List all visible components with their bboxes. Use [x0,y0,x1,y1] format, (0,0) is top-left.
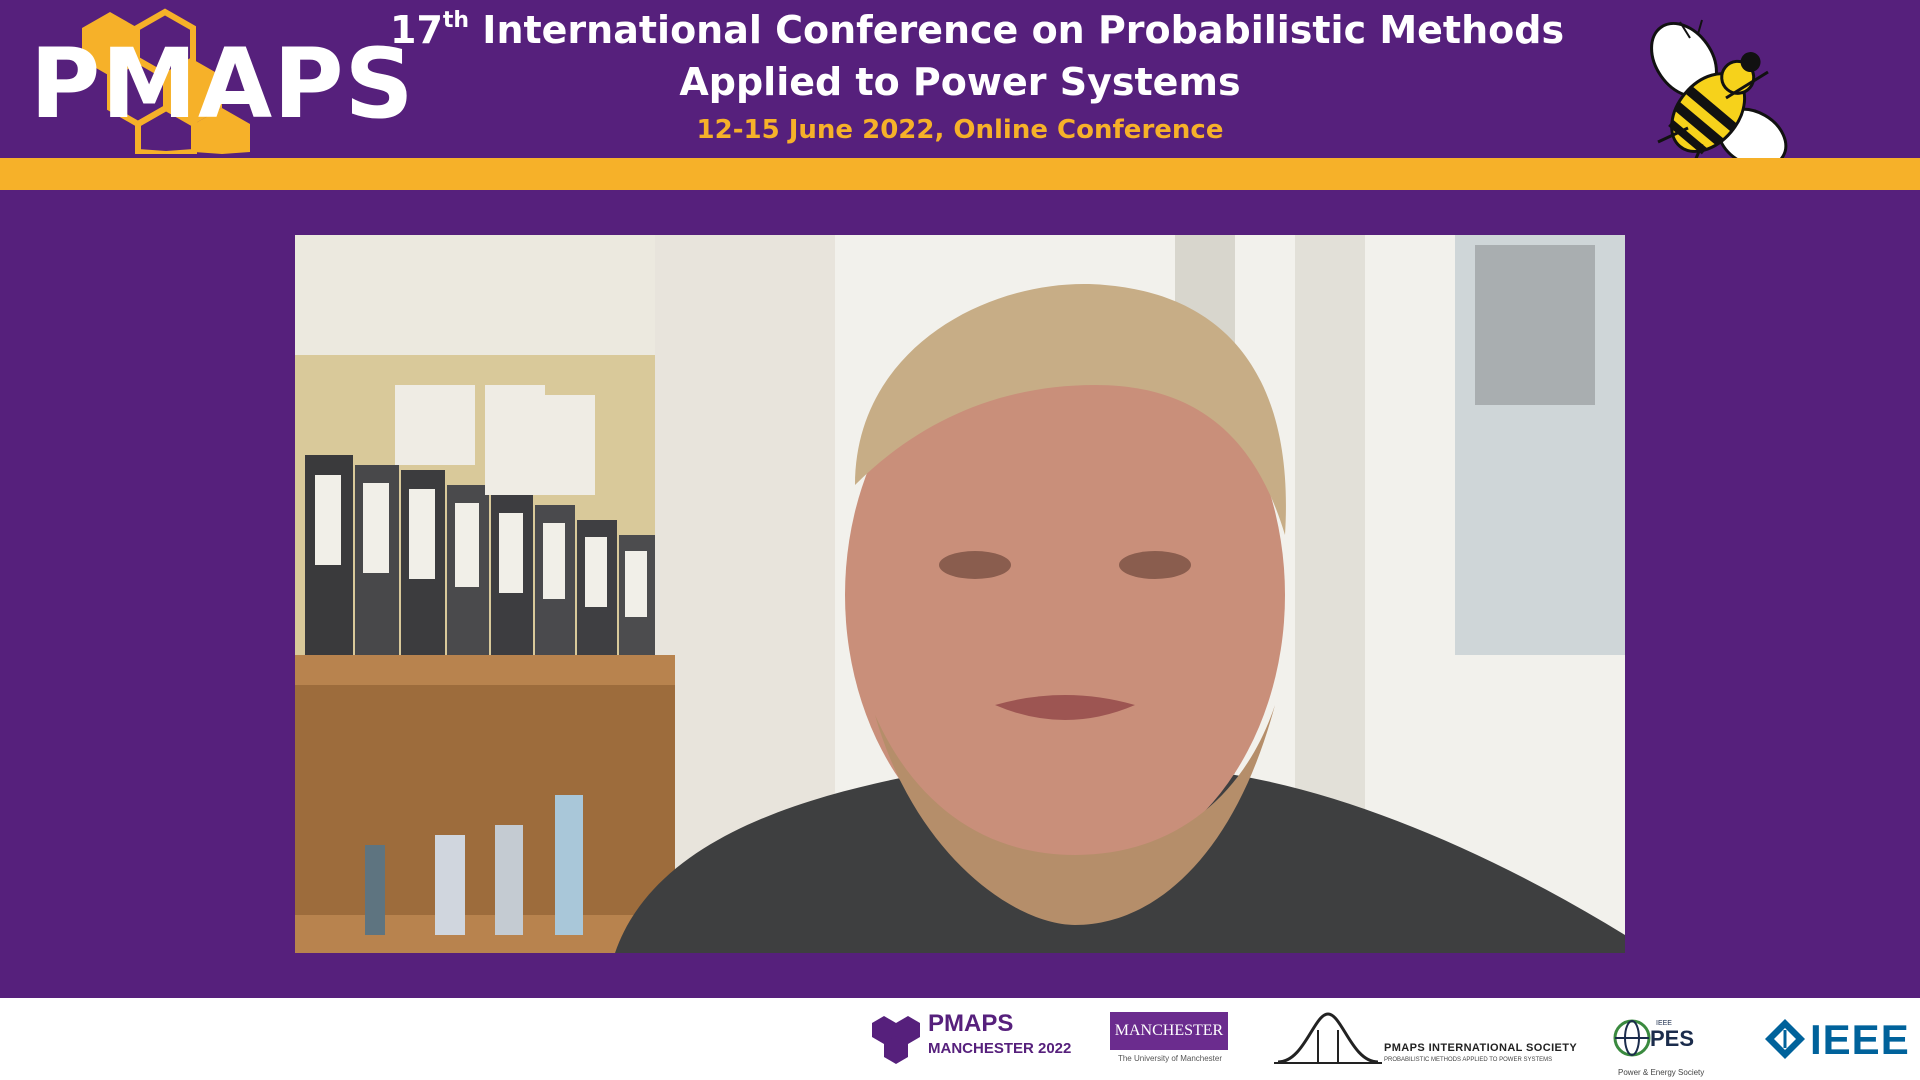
ieee-diamond-icon [1765,1019,1805,1059]
pes-subtitle: Power & Energy Society [1618,1068,1705,1077]
title-ordinal-number: 17 [390,8,443,52]
pes-name: PES [1650,1026,1695,1051]
ieee-logo: IEEE [1764,1008,1914,1070]
title-line-2: Applied to Power Systems [679,60,1241,104]
pmaps-manchester-title: PMAPS [928,1010,1014,1037]
speaker-video-feed [295,235,1625,953]
pmaps-manchester-subtitle: MANCHESTER 2022 [928,1040,1072,1057]
hexagon-icon [872,1016,920,1064]
gold-divider-bar [0,158,1920,190]
title-ordinal-suffix: th [442,8,470,33]
conference-dates: 12-15 June 2022, Online Conference [696,115,1224,145]
pmaps-logo: PMAPS [20,4,414,154]
pmaps-international-society-logo: PMAPS INTERNATIONAL SOCIETY PROBABILISTI… [1274,1008,1578,1070]
sponsor-footer: PMAPS MANCHESTER 2022 MANCHESTER The Uni… [0,998,1920,1080]
conference-title: 17th International Conference on Probabi… [390,4,1564,150]
manchester-subtitle: The University of Manchester [1117,1054,1223,1063]
society-name: PMAPS INTERNATIONAL SOCIETY [1384,1042,1578,1054]
manchester-name: MANCHESTER [1110,1012,1228,1050]
society-emblem-icon [1274,1012,1382,1064]
conference-header: PMAPS 17th International Conference on P… [0,0,1920,179]
globe-icon [1613,1019,1651,1057]
title-line-1-text: International Conference on Probabilisti… [469,8,1565,52]
pmaps-manchester-logo: PMAPS MANCHESTER 2022 [870,1008,1072,1070]
university-of-manchester-logo: MANCHESTER The University of Manchester [1108,1008,1232,1070]
ieee-name: IEEE [1810,1016,1910,1063]
society-tagline: PROBABILISTIC METHODS APPLIED TO POWER S… [1384,1057,1553,1063]
title-line-1: 17th International Conference on Probabi… [390,4,1564,56]
ieee-pes-logo: IEEE PES Power & Energy Society [1612,1008,1722,1077]
pmaps-logo-text: PMAPS [30,28,415,140]
